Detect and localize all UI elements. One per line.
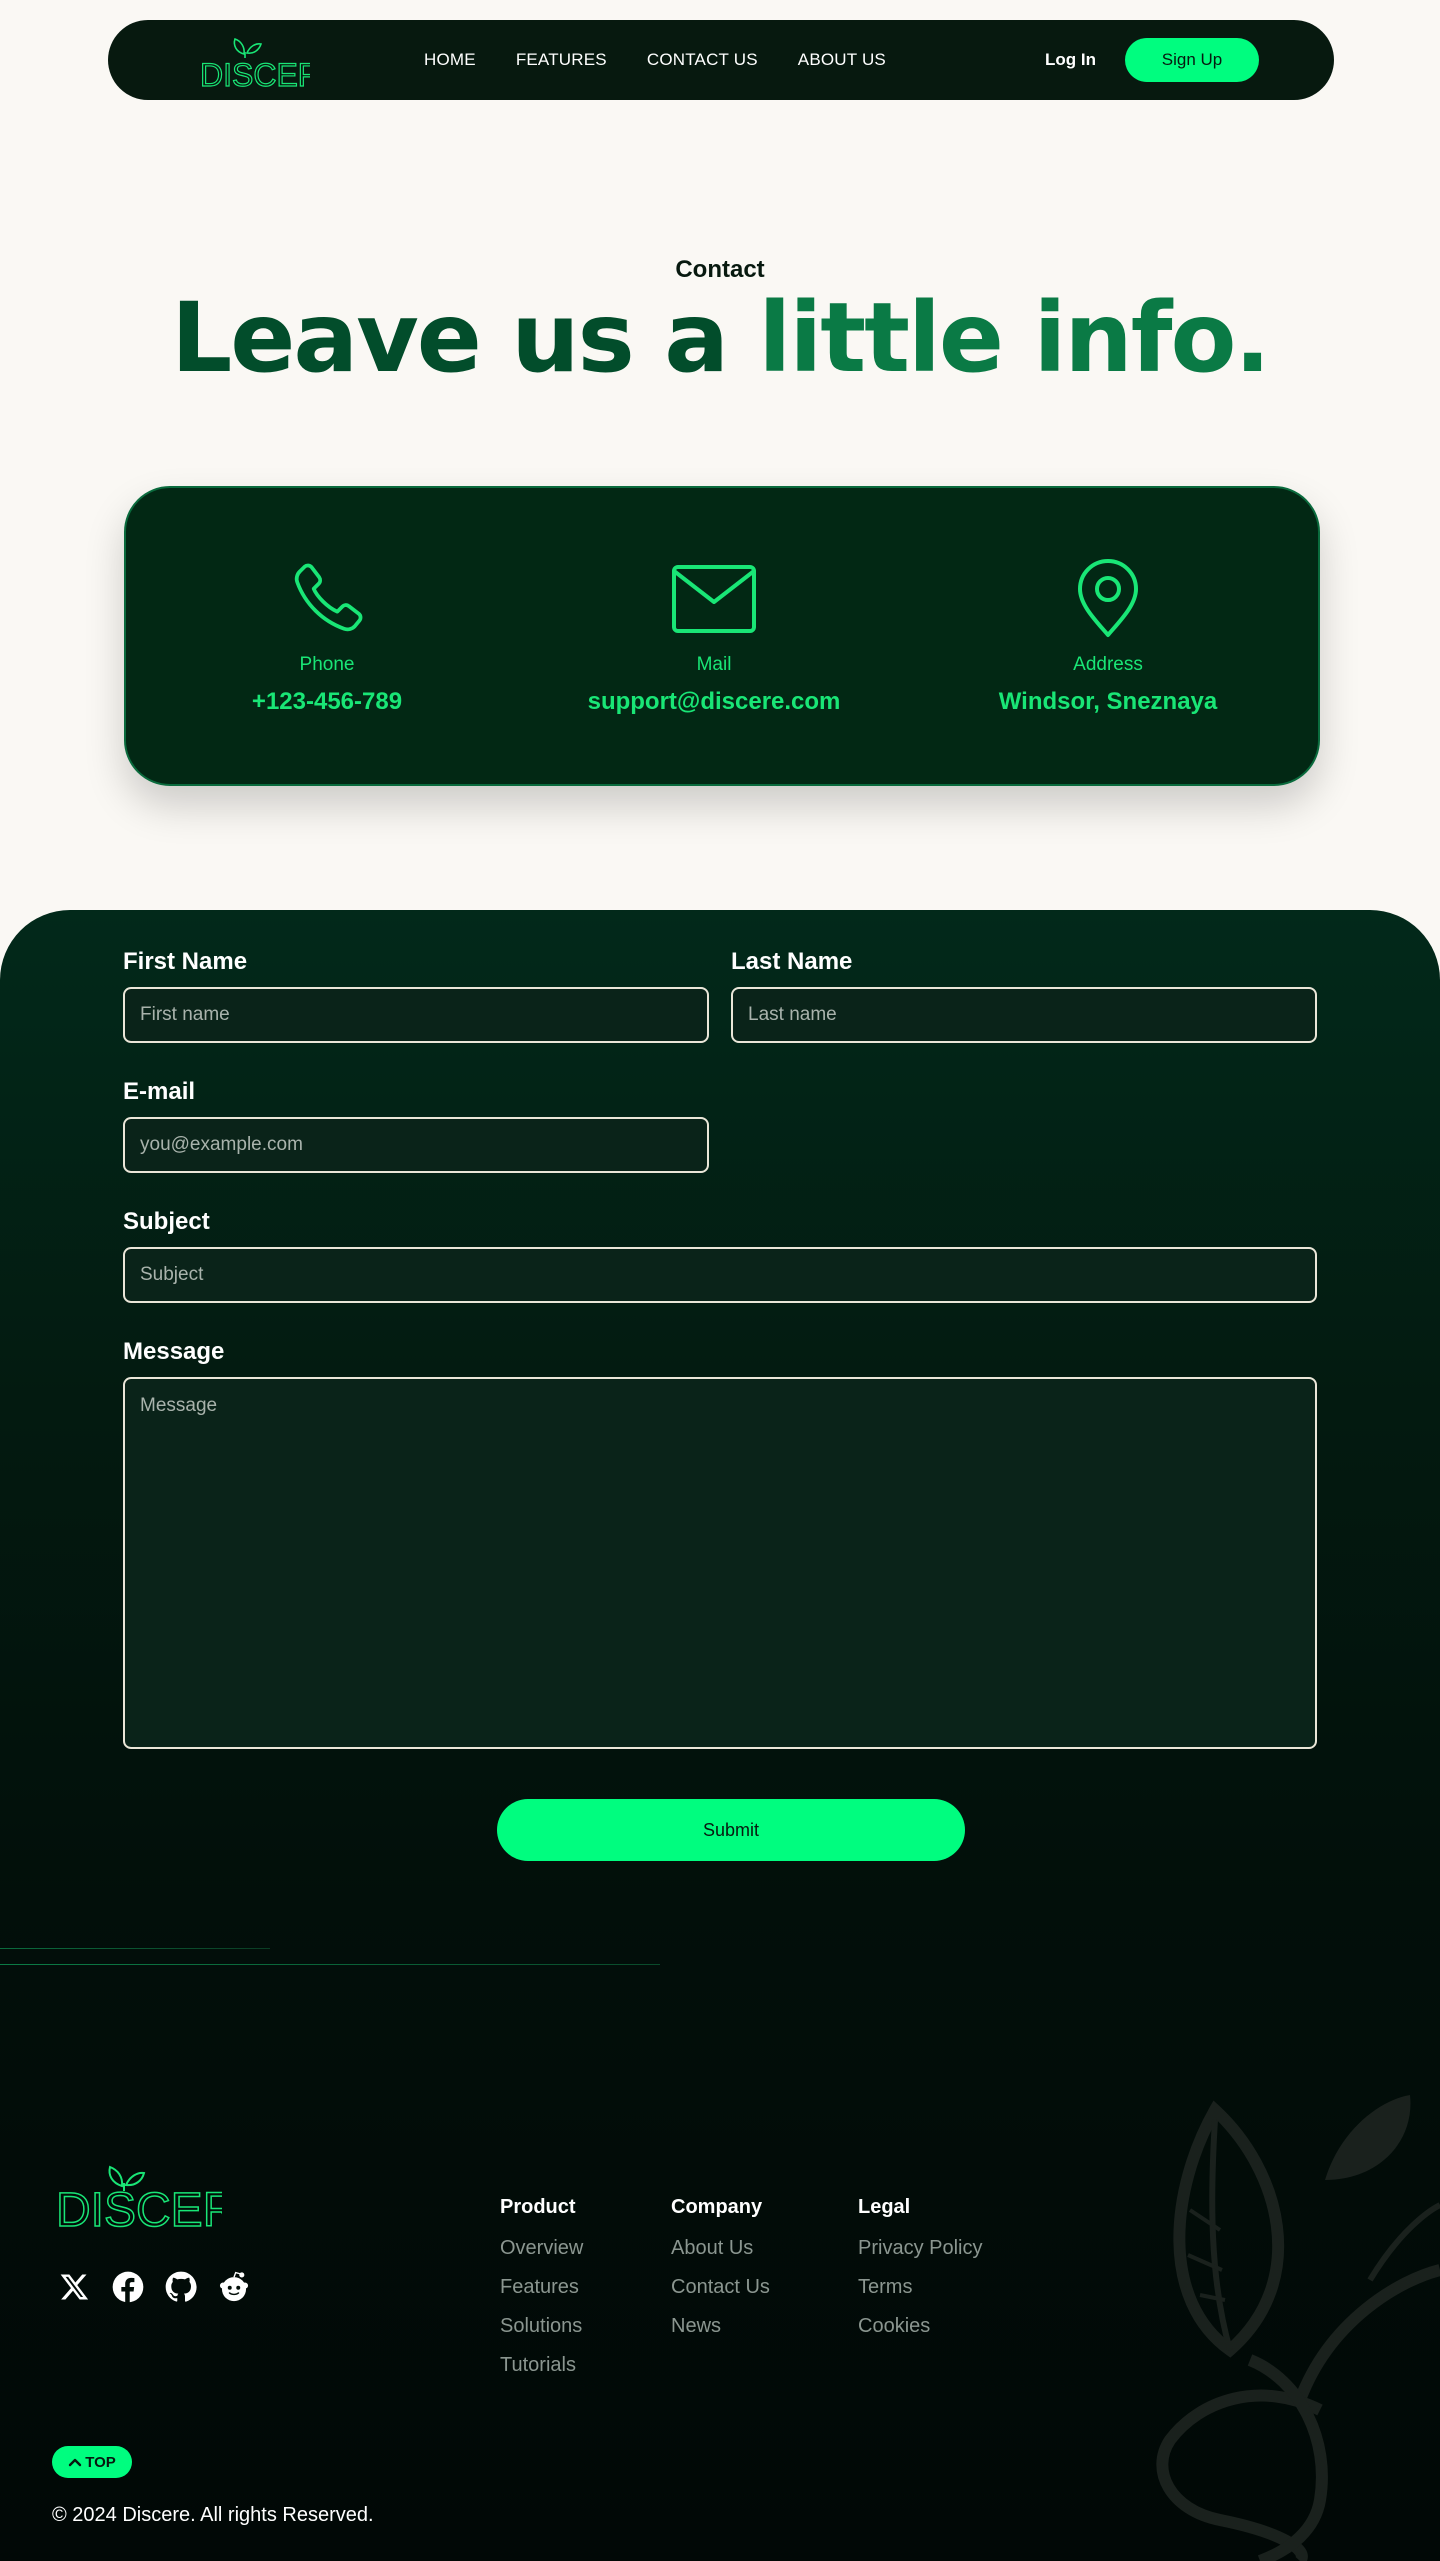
contact-info-value: +123-456-789 <box>251 688 403 715</box>
login-link[interactable]: Log In <box>1045 20 1096 100</box>
page-headline: Leave us a little info. <box>0 282 1440 394</box>
last-name-input[interactable] <box>731 987 1317 1043</box>
chevron-up-icon <box>69 2458 82 2467</box>
footer-link-contact-us[interactable]: Contact Us <box>671 2276 770 2299</box>
footer-link-privacy-policy[interactable]: Privacy Policy <box>858 2237 982 2260</box>
x-icon <box>60 2274 89 2300</box>
leaf-watermark-icon <box>1156 2095 1440 2561</box>
social-links <box>58 2270 251 2304</box>
contact-info-label: Phone <box>299 654 355 675</box>
location-pin-icon <box>1078 559 1138 637</box>
contact-info-mail: Mail support@discere.com <box>534 488 894 788</box>
copyright-text: © 2024 Discere. All rights Reserved. <box>52 2504 374 2526</box>
decorative-line <box>0 1964 660 1965</box>
email-input[interactable] <box>123 1117 709 1173</box>
contact-info-label: Address <box>1073 654 1143 675</box>
discere-logo[interactable]: DISCERE <box>200 32 310 90</box>
nav-about-us[interactable]: ABOUT US <box>798 50 886 70</box>
submit-button[interactable]: Submit <box>497 1799 965 1861</box>
footer-column-company: Company About Us Contact Us News <box>671 2196 770 2354</box>
contact-info-value: Windsor, Sneznaya <box>998 688 1218 715</box>
footer-link-features[interactable]: Features <box>500 2276 583 2299</box>
message-textarea[interactable] <box>123 1377 1317 1749</box>
subject-input[interactable] <box>123 1247 1317 1303</box>
social-github[interactable] <box>164 2270 198 2304</box>
section-eyebrow: Contact <box>675 256 765 283</box>
footer-column-title: Legal <box>858 2196 911 2218</box>
facebook-icon <box>112 2271 144 2303</box>
first-name-label: First Name <box>123 948 248 975</box>
svg-text:DISCERE: DISCERE <box>56 2184 222 2230</box>
social-x[interactable] <box>58 2270 92 2304</box>
contact-info-label: Mail <box>696 654 732 675</box>
footer-link-about-us[interactable]: About Us <box>671 2237 770 2260</box>
contact-info-card: Phone +123-456-789 Mail support@discere.… <box>124 486 1320 786</box>
nav-features[interactable]: FEATURES <box>516 50 607 70</box>
back-to-top-button[interactable]: TOP <box>52 2446 132 2478</box>
email-label: E-mail <box>123 1078 196 1105</box>
footer-column-title: Product <box>500 2196 576 2218</box>
first-name-input[interactable] <box>123 987 709 1043</box>
nav-contact-us[interactable]: CONTACT US <box>647 50 758 70</box>
footer-link-tutorials[interactable]: Tutorials <box>500 2354 583 2377</box>
footer-link-terms[interactable]: Terms <box>858 2276 982 2299</box>
signup-button[interactable]: Sign Up <box>1125 38 1259 82</box>
back-to-top-label: TOP <box>85 2453 116 2471</box>
contact-info-address: Address Windsor, Sneznaya <box>928 488 1288 788</box>
footer-link-news[interactable]: News <box>671 2315 770 2338</box>
footer-column-legal: Legal Privacy Policy Terms Cookies <box>858 2196 982 2354</box>
github-icon <box>165 2271 197 2302</box>
footer-link-solutions[interactable]: Solutions <box>500 2315 583 2338</box>
decorative-line <box>0 1948 270 1949</box>
footer-link-cookies[interactable]: Cookies <box>858 2315 982 2338</box>
nav-home[interactable]: HOME <box>424 50 476 70</box>
phone-icon <box>294 563 363 632</box>
reddit-icon <box>219 2271 249 2302</box>
message-label: Message <box>123 1338 225 1365</box>
headline-part-2: little info. <box>758 282 1270 394</box>
headline-part-1: Leave us a <box>171 282 759 394</box>
top-navbar: DISCERE HOME FEATURES CONTACT US ABOUT U… <box>108 20 1334 100</box>
social-facebook[interactable] <box>111 2270 145 2304</box>
contact-info-value: support@discere.com <box>587 688 841 715</box>
last-name-label: Last Name <box>731 948 853 975</box>
footer-column-product: Product Overview Features Solutions Tuto… <box>500 2196 583 2393</box>
nav-links: HOME FEATURES CONTACT US ABOUT US <box>424 20 886 100</box>
mail-icon <box>672 565 756 633</box>
svg-text:DISCERE: DISCERE <box>200 57 310 90</box>
footer-column-title: Company <box>671 2196 763 2218</box>
footer-discere-logo[interactable]: DISCERE <box>56 2160 222 2230</box>
subject-label: Subject <box>123 1208 210 1235</box>
social-reddit[interactable] <box>217 2270 251 2304</box>
footer-link-overview[interactable]: Overview <box>500 2237 583 2260</box>
contact-info-phone: Phone +123-456-789 <box>147 488 507 788</box>
